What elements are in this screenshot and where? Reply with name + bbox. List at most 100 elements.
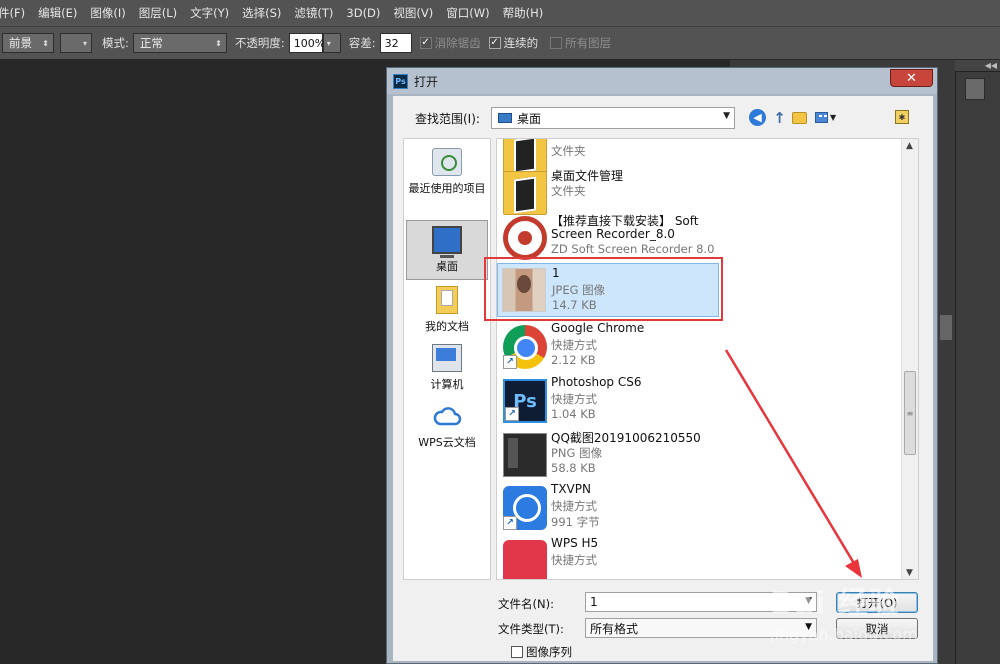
bridge-icon[interactable]: ✱ bbox=[895, 110, 909, 124]
collapse-panels-icon[interactable]: ◀◀ bbox=[955, 60, 1000, 72]
wps-icon bbox=[503, 540, 547, 579]
watermark-url: jingyan.baidu.com bbox=[770, 625, 918, 644]
lookin-value: 桌面 bbox=[517, 111, 542, 126]
menu-image[interactable]: 图像(I) bbox=[90, 5, 125, 21]
scroll-up-icon[interactable]: ▲ bbox=[906, 141, 913, 151]
lookin-combo[interactable]: 桌面 ▼ bbox=[491, 107, 735, 129]
menu-type[interactable]: 文字(Y) bbox=[190, 5, 229, 21]
photoshop-icon: Ps ↗ bbox=[503, 379, 547, 423]
photoshop-icon: Ps bbox=[393, 73, 408, 89]
mode-value: 正常 bbox=[139, 36, 163, 50]
up-folder-icon[interactable]: ↑ bbox=[771, 109, 788, 127]
file-name: Photoshop CS6 bbox=[551, 375, 642, 389]
all-layers-checkbox[interactable] bbox=[550, 37, 563, 49]
recent-items-icon bbox=[432, 148, 462, 176]
spinner-icon: ⬍ bbox=[42, 38, 49, 48]
dialog-titlebar[interactable]: Ps 打开 ✕ bbox=[387, 68, 937, 94]
list-item[interactable]: QQ截图20191006210550 PNG 图像 58.8 KB bbox=[501, 427, 897, 481]
opacity-label: 不透明度: bbox=[234, 36, 285, 50]
file-name-line2: Screen Recorder_8.0 bbox=[551, 227, 675, 241]
cloud-icon bbox=[432, 402, 462, 430]
chevron-down-icon: ▼ bbox=[723, 111, 730, 121]
fill-source-select[interactable]: 前景 ⬍ bbox=[2, 33, 54, 53]
file-size: 2.12 KB bbox=[551, 353, 596, 367]
menu-file[interactable]: 件(F) bbox=[0, 5, 25, 21]
shortcut-arrow-icon: ↗ bbox=[503, 516, 517, 530]
shortcut-arrow-icon: ↗ bbox=[505, 407, 519, 421]
place-wps-cloud[interactable]: WPS云文档 bbox=[404, 397, 490, 457]
view-menu-button[interactable]: ▼ bbox=[815, 109, 841, 126]
menu-edit[interactable]: 编辑(E) bbox=[38, 5, 77, 21]
menu-filter[interactable]: 滤镜(T) bbox=[294, 5, 333, 21]
file-list: 文件夹 桌面文件管理 文件夹 【推荐直接下载安装】 Soft Screen Re… bbox=[496, 138, 919, 580]
opacity-input[interactable]: 100% bbox=[288, 33, 325, 53]
documents-folder-icon bbox=[436, 286, 458, 314]
place-label: 桌面 bbox=[436, 260, 458, 273]
menu-layer[interactable]: 图层(L) bbox=[139, 5, 177, 21]
chevron-down-icon: ▾ bbox=[82, 38, 87, 48]
chevron-down-icon: ▾ bbox=[326, 38, 331, 48]
image-sequence-checkbox[interactable] bbox=[511, 646, 523, 658]
file-name: TXVPN bbox=[551, 482, 591, 496]
new-folder-icon[interactable] bbox=[792, 112, 807, 124]
highlight-box bbox=[484, 257, 723, 321]
file-type: ZD Soft Screen Recorder 8.0 bbox=[551, 242, 715, 256]
file-name: 桌面文件管理 bbox=[551, 169, 624, 183]
menu-view[interactable]: 视图(V) bbox=[393, 5, 433, 21]
file-size: 1.04 KB bbox=[551, 407, 596, 421]
back-icon[interactable]: ◀ bbox=[749, 109, 766, 126]
shortcut-arrow-icon: ↗ bbox=[503, 355, 517, 369]
file-name: QQ截图20191006210550 bbox=[551, 431, 701, 445]
mode-select[interactable]: 正常 ⬍ bbox=[132, 33, 227, 53]
place-label: 最近使用的项目 bbox=[408, 182, 486, 195]
list-item[interactable]: Ps ↗ Photoshop CS6 快捷方式 1.04 KB bbox=[501, 373, 897, 427]
place-computer[interactable]: 计算机 bbox=[404, 339, 490, 399]
desktop-icon bbox=[498, 113, 512, 123]
menu-3d[interactable]: 3D(D) bbox=[346, 6, 380, 20]
file-size: 58.8 KB bbox=[551, 461, 596, 475]
background-scrollbar[interactable] bbox=[937, 65, 955, 664]
image-sequence-label: 图像序列 bbox=[526, 645, 572, 659]
menu-bar: 件(F) 编辑(E) 图像(I) 图层(L) 文字(Y) 选择(S) 滤镜(T)… bbox=[0, 0, 1000, 26]
screenshot-thumbnail-icon bbox=[503, 433, 547, 477]
image-sequence-option[interactable]: 图像序列 bbox=[511, 644, 572, 660]
menu-select[interactable]: 选择(S) bbox=[242, 5, 281, 21]
opacity-dropdown[interactable]: ▾ bbox=[322, 33, 341, 53]
menu-window[interactable]: 窗口(W) bbox=[446, 5, 489, 21]
filetype-label: 文件类型(T): bbox=[498, 622, 564, 636]
panel-cube-icon[interactable] bbox=[965, 78, 985, 100]
spinner-icon: ⬍ bbox=[215, 38, 222, 48]
list-item[interactable]: ↗ Google Chrome 快捷方式 2.12 KB bbox=[501, 319, 897, 373]
file-type: PNG 图像 bbox=[551, 446, 603, 460]
file-name: WPS H5 bbox=[551, 536, 599, 550]
computer-icon bbox=[432, 344, 462, 372]
dialog-title: 打开 bbox=[414, 74, 439, 89]
mode-label: 模式: bbox=[102, 36, 129, 50]
scroll-thumb[interactable]: ≡ bbox=[904, 371, 916, 455]
view-grid-icon bbox=[815, 112, 828, 123]
place-documents[interactable]: 我的文档 bbox=[404, 281, 490, 341]
menu-help[interactable]: 帮助(H) bbox=[503, 5, 544, 21]
chevron-down-icon: ▼ bbox=[830, 113, 837, 122]
screen-recorder-icon bbox=[503, 216, 547, 260]
list-item[interactable]: ↗ TXVPN 快捷方式 991 字节 bbox=[501, 480, 897, 534]
watermark-logo: Bai 经验 bbox=[770, 586, 900, 621]
list-item[interactable]: 【推荐直接下载安装】 Soft Screen Recorder_8.0 ZD S… bbox=[501, 210, 897, 264]
place-recent[interactable]: 最近使用的项目 bbox=[404, 143, 490, 203]
antialias-checkbox[interactable]: ✓ bbox=[419, 37, 432, 49]
place-label: 我的文档 bbox=[425, 320, 469, 333]
place-label: WPS云文档 bbox=[418, 436, 476, 449]
fill-source-value: 前景 bbox=[9, 36, 32, 50]
close-button[interactable]: ✕ bbox=[890, 69, 933, 87]
pattern-picker[interactable]: ▾ bbox=[60, 33, 92, 53]
tolerance-input[interactable]: 32 bbox=[379, 33, 412, 53]
scroll-down-icon[interactable]: ▼ bbox=[906, 568, 913, 578]
file-list-scrollbar[interactable]: ▲ ≡ ▼ bbox=[901, 139, 918, 579]
file-type: 文件夹 bbox=[551, 184, 586, 198]
place-desktop[interactable]: 桌面 bbox=[406, 220, 488, 280]
contiguous-checkbox[interactable]: ✓ bbox=[488, 37, 501, 49]
list-item[interactable]: WPS H5 快捷方式 bbox=[501, 534, 897, 579]
file-name: Google Chrome bbox=[551, 321, 645, 335]
antialias-label: 消除锯齿 bbox=[434, 36, 481, 50]
filetype-value: 所有格式 bbox=[590, 621, 639, 636]
